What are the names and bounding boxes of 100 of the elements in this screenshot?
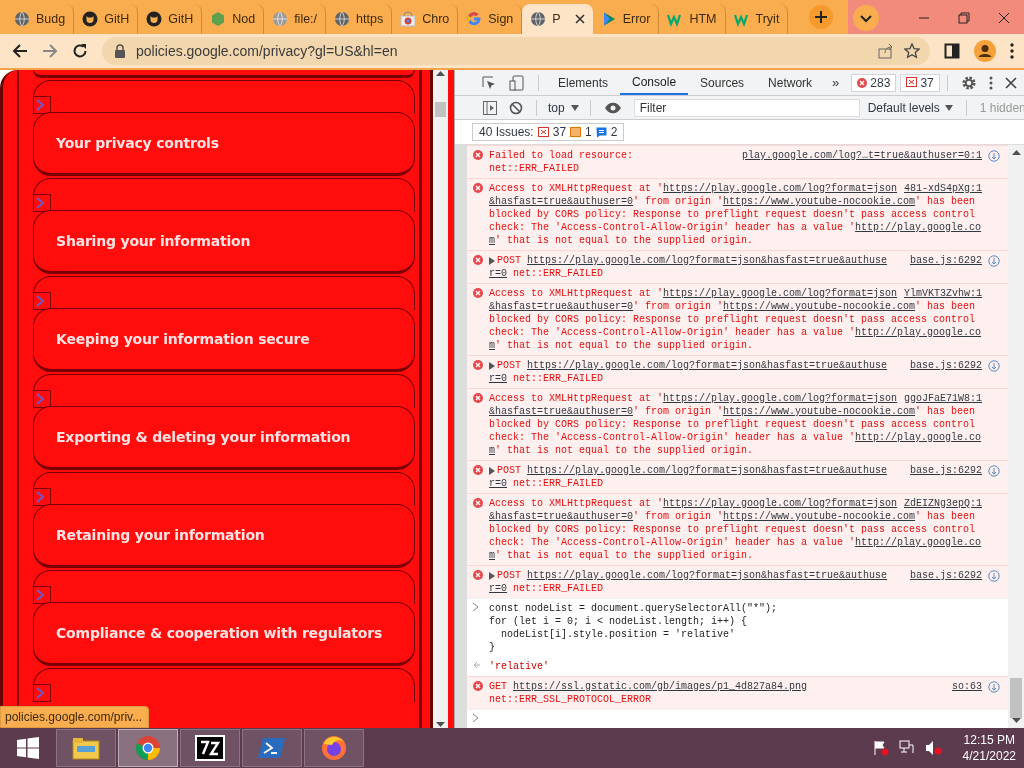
close-icon[interactable]	[574, 14, 585, 24]
error-count[interactable]: 283	[851, 73, 897, 92]
link[interactable]: m	[489, 549, 495, 562]
link[interactable]: http://play.google.co	[855, 431, 982, 444]
archive-app-icon[interactable]	[195, 735, 225, 761]
link[interactable]: https://play.google.com/log?format=json&hasfast=true&authuse	[527, 254, 888, 267]
request-icon[interactable]	[988, 254, 1000, 267]
request-icon[interactable]	[988, 149, 1000, 162]
fox-icon[interactable]	[320, 734, 348, 762]
link[interactable]: m	[489, 444, 495, 457]
forward-icon[interactable]	[42, 43, 58, 59]
chevron-icon[interactable]	[33, 292, 51, 310]
source-link[interactable]: ggoJFaE71W8:1	[904, 392, 982, 405]
expand-triangle-icon[interactable]	[489, 571, 495, 580]
devtools-tab[interactable]: Sources	[688, 70, 757, 95]
close-icon[interactable]	[1004, 76, 1017, 89]
levels-dropdown[interactable]: Default levels	[859, 100, 959, 115]
link[interactable]: https://www.youtube-nocookie.com	[723, 405, 916, 418]
link[interactable]: https://play.google.com/log?format=json	[663, 497, 898, 510]
link[interactable]: https://play.google.com/log?format=json	[663, 392, 898, 405]
back-icon[interactable]	[12, 43, 28, 59]
expand-triangle-icon[interactable]	[489, 256, 495, 265]
device-icon[interactable]	[509, 74, 525, 91]
more-icon[interactable]	[1010, 43, 1014, 59]
link[interactable]: m	[489, 339, 495, 352]
filter-field[interactable]: Filter	[633, 98, 860, 117]
chevron-icon[interactable]	[33, 488, 51, 506]
source-link[interactable]: YlmVKT3Zvhw:1	[904, 287, 982, 300]
issue-count[interactable]: 37	[900, 73, 940, 92]
source-link[interactable]: base.js:6292	[910, 569, 982, 582]
chevron-icon[interactable]	[33, 194, 51, 212]
link[interactable]: http://play.google.co	[855, 326, 982, 339]
devtools-tab[interactable]: Elements	[546, 70, 621, 95]
taskbar-app[interactable]	[180, 729, 240, 767]
link[interactable]: https://play.google.com/log?format=json&hasfast=true&authuse	[527, 464, 888, 477]
chrome-icon[interactable]	[135, 735, 161, 761]
more-icon[interactable]	[988, 75, 993, 90]
new-tab-icon[interactable]	[808, 4, 835, 30]
context-dropdown[interactable]: top	[544, 100, 583, 115]
source-link[interactable]: ZdEIZNg3epQ:1	[904, 497, 982, 510]
chevron-icon[interactable]	[33, 684, 51, 702]
eye-icon[interactable]	[603, 101, 622, 114]
more-tabs[interactable]: »	[824, 75, 848, 90]
source-link[interactable]: so:63	[952, 680, 982, 693]
request-icon[interactable]	[988, 569, 1000, 582]
settings-icon[interactable]	[960, 74, 977, 91]
link[interactable]: https://www.youtube-nocookie.com	[723, 510, 916, 523]
folder-icon[interactable]	[72, 736, 100, 760]
star-icon[interactable]	[904, 43, 920, 59]
terminal-icon[interactable]	[258, 736, 286, 760]
address-bar[interactable]: policies.google.com/privacy?gl=US&hl=en	[102, 37, 930, 65]
link[interactable]: https://play.google.com/log?format=json&hasfast=true&authuse	[527, 569, 888, 582]
browser-tab[interactable]: P	[522, 4, 593, 34]
request-icon[interactable]	[988, 464, 1000, 477]
expand-triangle-icon[interactable]	[489, 466, 495, 475]
link[interactable]: m	[489, 234, 495, 247]
mute-icon[interactable]	[924, 740, 943, 756]
expand-triangle-icon[interactable]	[489, 361, 495, 370]
scrollbar-thumb[interactable]	[1010, 678, 1022, 718]
link[interactable]: r=0	[489, 372, 507, 385]
link[interactable]: &hasfast=true&authuser=0	[489, 300, 634, 313]
clock[interactable]: 12:15 PM 4/21/2022	[952, 732, 1024, 764]
start-icon[interactable]	[16, 736, 40, 760]
scrollbar[interactable]	[1008, 145, 1024, 728]
link[interactable]: http://play.google.co	[855, 221, 982, 234]
restore-icon[interactable]	[958, 12, 970, 24]
avatar-icon[interactable]	[974, 40, 996, 62]
flag-icon[interactable]	[872, 740, 889, 756]
share-icon[interactable]	[878, 43, 894, 59]
link[interactable]: r=0	[489, 582, 507, 595]
sidebar-icon[interactable]	[483, 100, 497, 115]
source-link[interactable]: base.js:6292	[910, 464, 982, 477]
link[interactable]: https://www.youtube-nocookie.com	[723, 300, 916, 313]
source-link[interactable]: base.js:6292	[910, 359, 982, 372]
scrollbar-thumb[interactable]	[435, 102, 446, 117]
chevron-icon[interactable]	[33, 586, 51, 604]
source-link[interactable]: base.js:6292	[910, 254, 982, 267]
link[interactable]: https://play.google.com/log?format=json	[663, 287, 898, 300]
scroll-up-icon[interactable]	[1011, 149, 1021, 155]
issues-button[interactable]: 40 Issues: 37 1 2	[472, 123, 625, 141]
reload-icon[interactable]	[72, 43, 88, 59]
link[interactable]: https://ssl.gstatic.com/gb/images/p1_4d827a84.png	[513, 680, 808, 693]
link[interactable]: https://play.google.com/log?format=json	[663, 182, 898, 195]
link[interactable]: &hasfast=true&authuser=0	[489, 405, 634, 418]
link[interactable]: &hasfast=true&authuser=0	[489, 510, 634, 523]
link[interactable]: https://www.youtube-nocookie.com	[723, 195, 916, 208]
clear-icon[interactable]	[509, 100, 523, 115]
chevron-icon[interactable]	[33, 390, 51, 408]
request-icon[interactable]	[988, 359, 1000, 372]
link[interactable]: http://play.google.co	[855, 536, 982, 549]
request-icon[interactable]	[988, 680, 1000, 693]
link[interactable]: r=0	[489, 477, 507, 490]
resize-handle[interactable]	[448, 70, 455, 728]
link[interactable]: r=0	[489, 267, 507, 280]
side-panel-icon[interactable]	[944, 43, 960, 59]
devtools-tab[interactable]: Network	[756, 70, 825, 95]
chevron-icon[interactable]	[33, 96, 51, 114]
link[interactable]: &hasfast=true&authuser=0	[489, 195, 634, 208]
source-link[interactable]: 481-xdS4pXg:1	[904, 182, 982, 195]
tab-search-icon[interactable]	[852, 4, 880, 32]
